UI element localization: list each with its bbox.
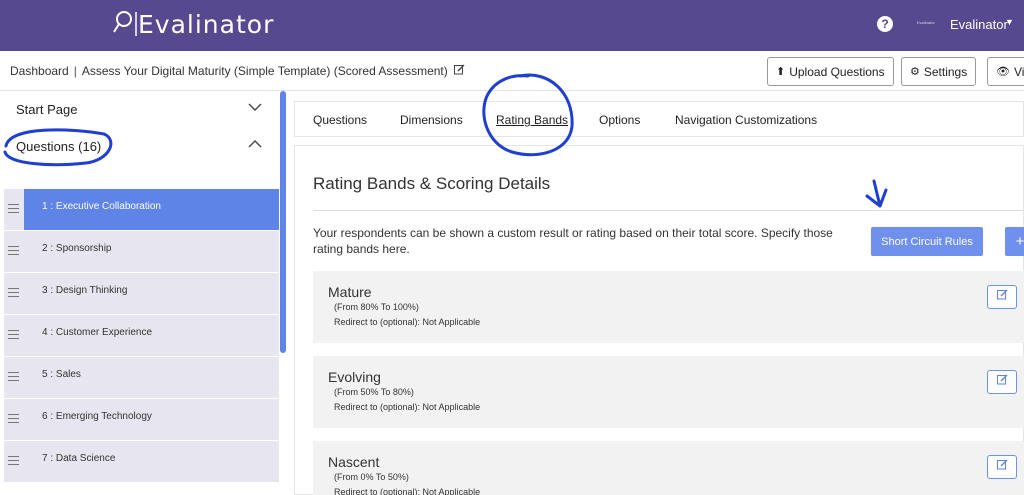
- tab-navigation-customizations[interactable]: Navigation Customizations: [675, 113, 817, 127]
- band-name: Mature: [328, 284, 372, 300]
- drag-handle-icon[interactable]: [8, 372, 19, 381]
- settings-button[interactable]: ⚙ Settings: [901, 57, 977, 86]
- questions-section[interactable]: Questions (16): [0, 128, 279, 164]
- rating-bands-panel: Rating Bands & Scoring Details Your resp…: [294, 145, 1024, 495]
- drag-handle-icon[interactable]: [8, 204, 19, 213]
- questions-section-label: Questions (16): [16, 139, 102, 154]
- short-circuit-rules-button[interactable]: Short Circuit Rules: [871, 227, 983, 256]
- rating-band-card: Evolving (From 50% To 80%) Redirect to (…: [313, 356, 1024, 428]
- user-logo-small: Evalinator: [917, 20, 935, 25]
- gear-icon: ⚙: [910, 66, 920, 78]
- edit-icon: [996, 374, 1007, 385]
- question-label: 7 : Data Science: [42, 453, 116, 464]
- drag-handle-icon[interactable]: [8, 456, 19, 465]
- view-button[interactable]: 👁 Vi: [987, 57, 1024, 86]
- band-range: (From 50% To 80%): [334, 387, 414, 397]
- tab-dimensions[interactable]: Dimensions: [400, 113, 463, 127]
- top-navbar: Evalinator ? Evalinator Evalinator ▼: [0, 0, 1024, 51]
- tab-rating-bands[interactable]: Rating Bands: [496, 113, 568, 127]
- question-label: 5 : Sales: [42, 369, 81, 380]
- sidebar-scrollbar[interactable]: [280, 91, 286, 353]
- band-redirect: Redirect to (optional): Not Applicable: [334, 487, 481, 495]
- question-item[interactable]: 3 : Design Thinking: [4, 273, 279, 315]
- question-label: 1 : Executive Collaboration: [42, 201, 161, 212]
- tab-questions[interactable]: Questions: [313, 113, 367, 127]
- start-page-section[interactable]: Start Page: [0, 91, 279, 127]
- add-rating-band-button[interactable]: +: [1005, 227, 1024, 256]
- tab-options[interactable]: Options: [599, 113, 640, 127]
- breadcrumb: Dashboard | Assess Your Digital Maturity (…: [10, 64, 465, 78]
- chevron-up-icon: [248, 136, 262, 152]
- user-menu[interactable]: Evalinator: [950, 17, 1008, 32]
- logo-text: Evalinator: [138, 9, 275, 39]
- chevron-down-icon[interactable]: ▼: [1005, 17, 1014, 27]
- breadcrumb-dashboard-link[interactable]: Dashboard: [10, 64, 69, 78]
- band-name: Evolving: [328, 369, 381, 385]
- view-label: Vi: [1013, 64, 1024, 79]
- question-list: 1 : Executive Collaboration 2 : Sponsors…: [4, 189, 279, 483]
- tab-bar: Questions Dimensions Rating Bands Option…: [294, 101, 1024, 137]
- edit-icon: [996, 459, 1007, 470]
- edit-band-button[interactable]: [987, 455, 1017, 479]
- question-item[interactable]: 5 : Sales: [4, 357, 279, 399]
- question-item[interactable]: 4 : Customer Experience: [4, 315, 279, 357]
- edit-band-button[interactable]: [987, 370, 1017, 394]
- drag-handle-icon[interactable]: [8, 288, 19, 297]
- band-range: (From 0% To 50%): [334, 472, 409, 482]
- upload-icon: ⬆: [776, 66, 786, 78]
- question-label: 2 : Sponsorship: [42, 243, 112, 254]
- band-name: Nascent: [328, 454, 380, 470]
- drag-handle-icon[interactable]: [8, 414, 19, 423]
- eye-icon: 👁: [996, 66, 1010, 78]
- help-icon[interactable]: ?: [877, 16, 893, 32]
- question-item[interactable]: 6 : Emerging Technology: [4, 399, 279, 441]
- band-redirect: Redirect to (optional): Not Applicable: [334, 317, 481, 327]
- edit-icon: [996, 289, 1007, 300]
- breadcrumb-separator: |: [73, 64, 77, 78]
- divider: [313, 210, 1024, 211]
- question-item[interactable]: 7 : Data Science: [4, 441, 279, 483]
- rating-band-card: Mature (From 80% To 100%) Redirect to (o…: [313, 271, 1024, 343]
- rating-bands-description: Your respondents can be shown a custom r…: [313, 226, 833, 256]
- question-item[interactable]: 1 : Executive Collaboration: [4, 189, 279, 231]
- edit-band-button[interactable]: [987, 285, 1017, 309]
- rating-band-card: Nascent (From 0% To 50%) Redirect to (op…: [313, 441, 1024, 495]
- breadcrumb-current: Assess Your Digital Maturity (Simple Tem…: [81, 64, 448, 78]
- main-panel: Questions Dimensions Rating Bands Option…: [294, 101, 1024, 495]
- magnifier-logo-icon: [113, 11, 132, 33]
- upload-questions-label: Upload Questions: [789, 64, 885, 79]
- drag-handle-icon[interactable]: [8, 330, 19, 339]
- question-item[interactable]: 2 : Sponsorship: [4, 231, 279, 273]
- chevron-down-icon: [248, 99, 262, 115]
- sidebar: Start Page Questions (16) 1 : Executive …: [0, 91, 286, 495]
- edit-icon[interactable]: [454, 64, 465, 78]
- band-redirect: Redirect to (optional): Not Applicable: [334, 402, 481, 412]
- breadcrumb-bar: Dashboard | Assess Your Digital Maturity (…: [0, 51, 1024, 91]
- drag-handle-icon[interactable]: [8, 246, 19, 255]
- question-label: 6 : Emerging Technology: [42, 411, 152, 422]
- question-label: 3 : Design Thinking: [42, 285, 128, 296]
- start-page-label: Start Page: [16, 102, 78, 117]
- settings-label: Settings: [923, 64, 968, 79]
- app-logo[interactable]: Evalinator: [112, 6, 274, 42]
- upload-questions-button[interactable]: ⬆ Upload Questions: [767, 57, 894, 86]
- page-title: Rating Bands & Scoring Details: [313, 174, 551, 193]
- band-range: (From 80% To 100%): [334, 302, 419, 312]
- question-label: 4 : Customer Experience: [42, 327, 153, 338]
